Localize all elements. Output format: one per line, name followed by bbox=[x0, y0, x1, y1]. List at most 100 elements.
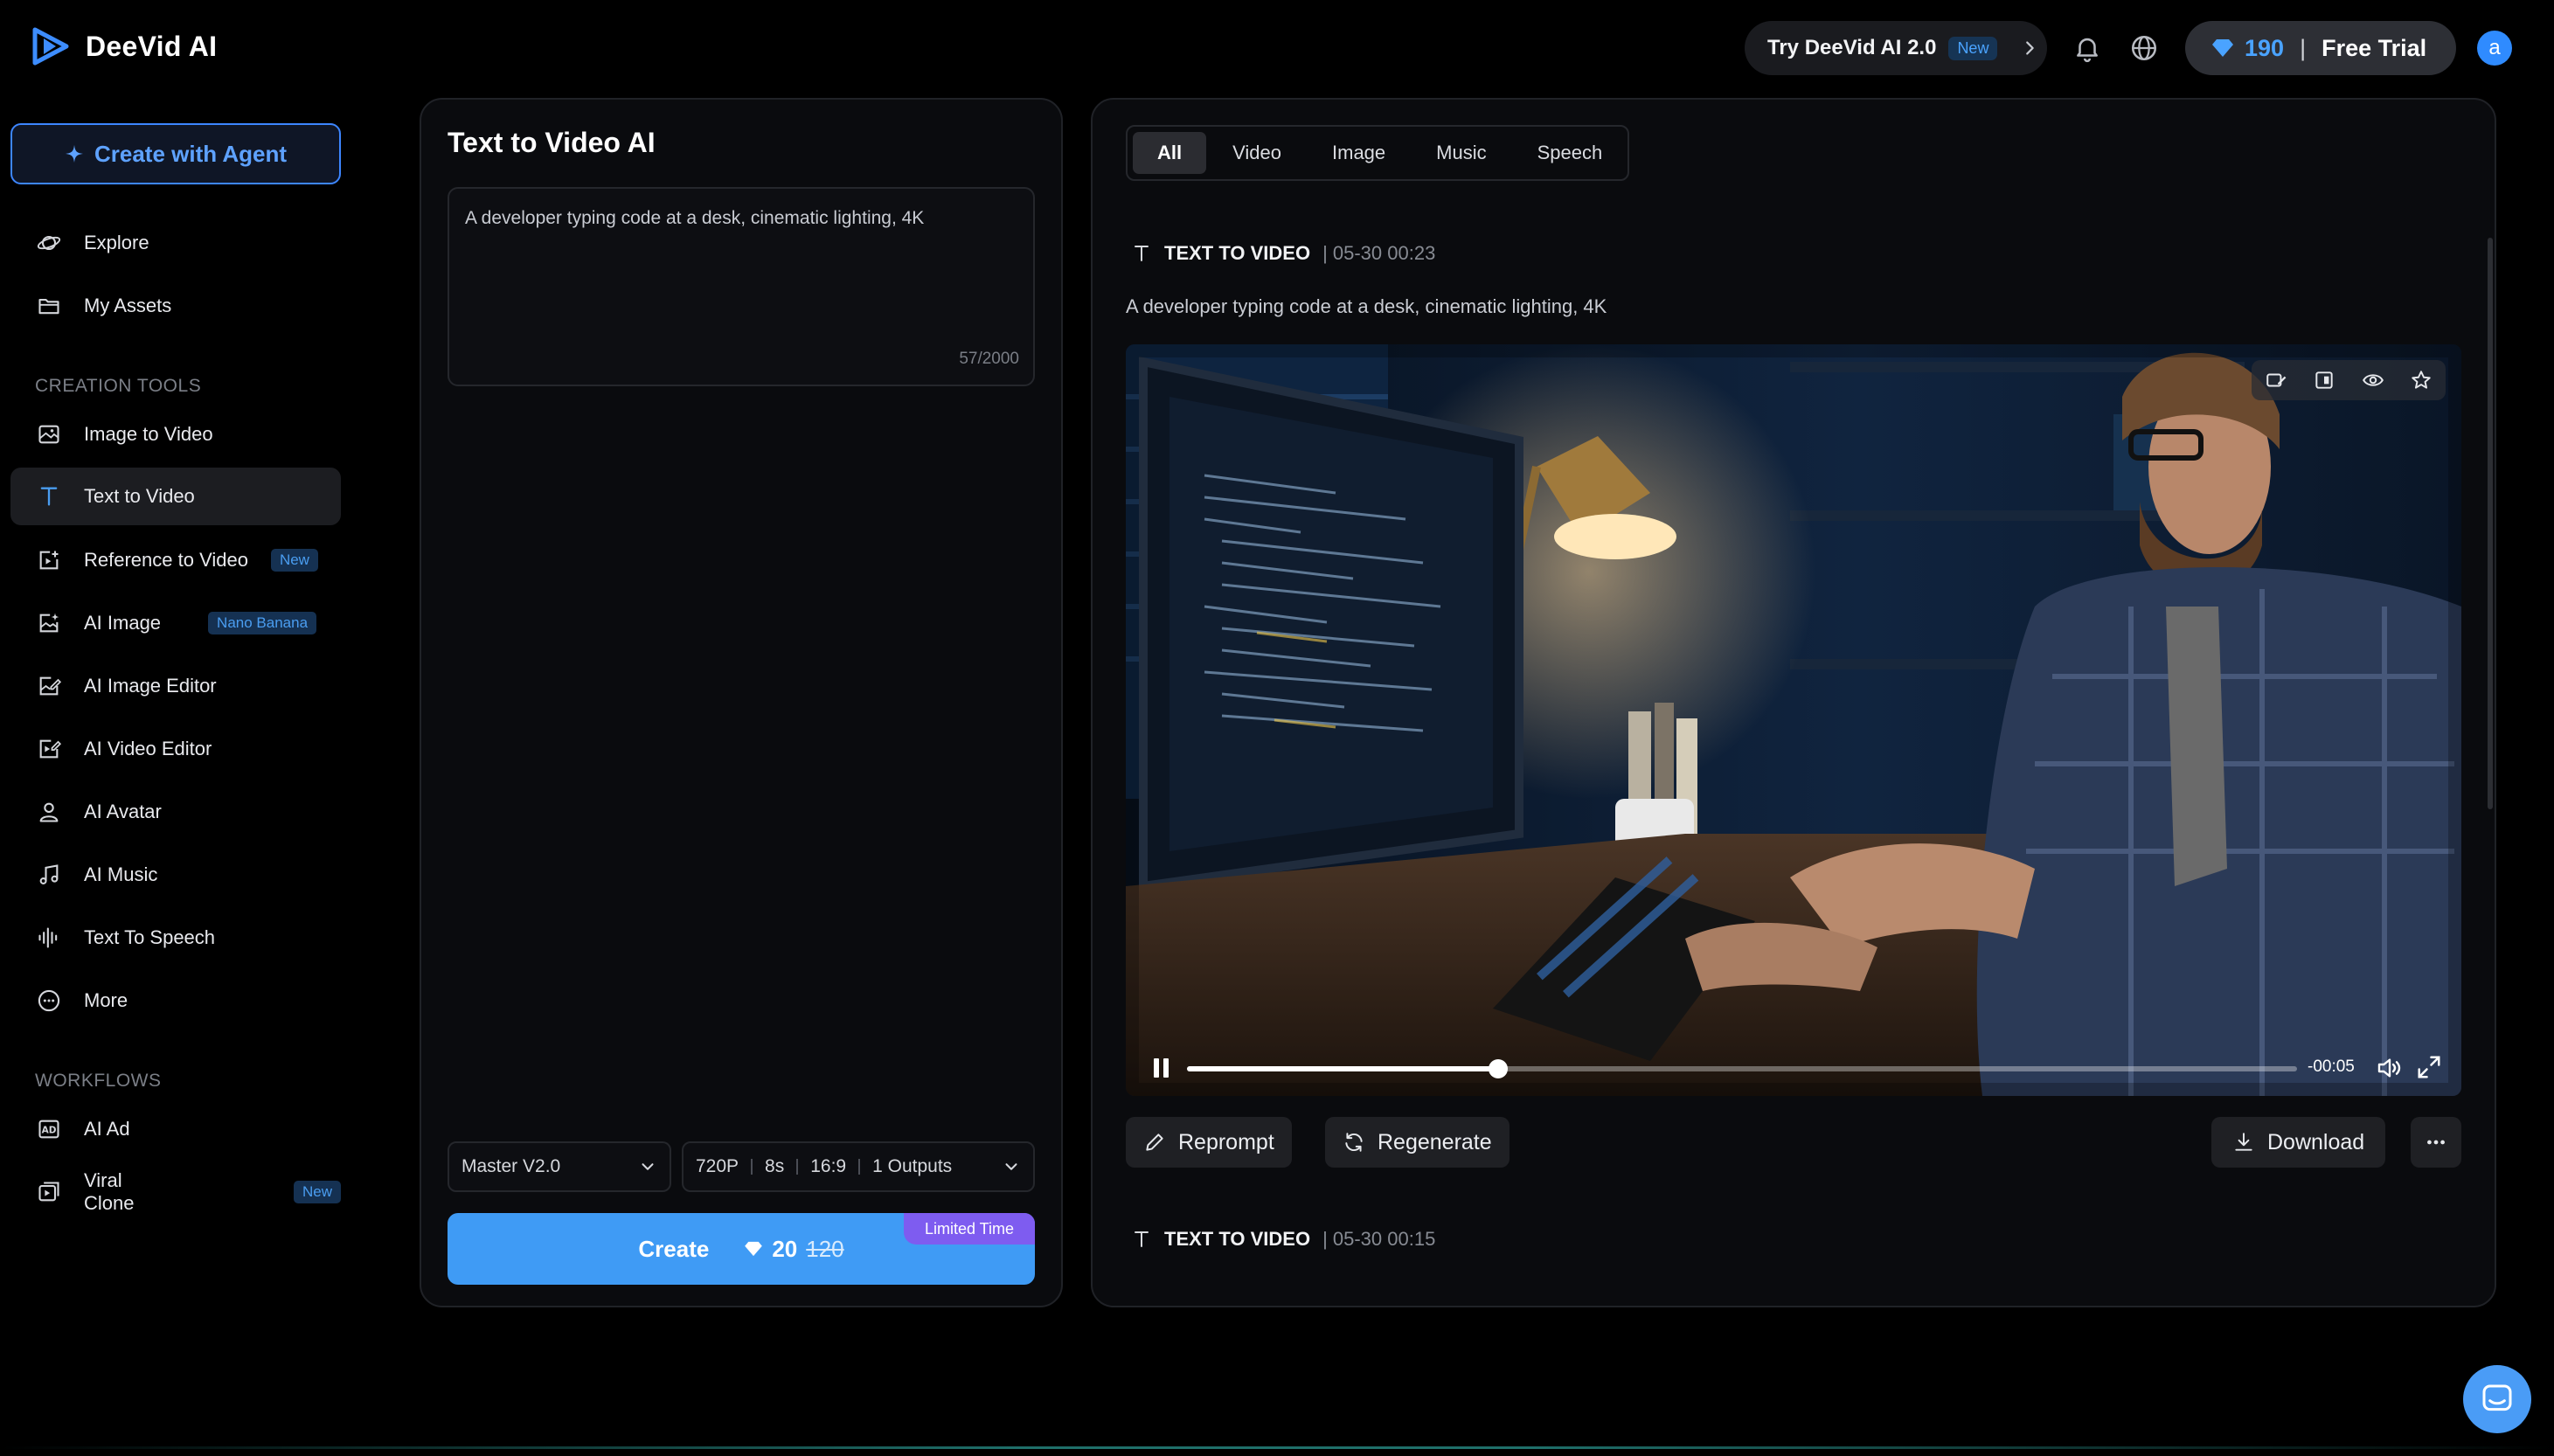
sidebar-item-label: My Assets bbox=[84, 295, 172, 316]
reprompt-button[interactable]: Reprompt bbox=[1126, 1117, 1292, 1168]
entry-prompt: A developer typing code at a desk, cinem… bbox=[1126, 295, 1607, 317]
folder-icon bbox=[38, 298, 59, 315]
entry-type: TEXT TO VIDEO bbox=[1164, 1228, 1311, 1250]
seek-progress bbox=[1187, 1066, 1498, 1071]
credits-button[interactable]: 190 | Free Trial bbox=[2185, 21, 2456, 75]
seek-bar[interactable] bbox=[1187, 1059, 2297, 1078]
bottom-glow-divider bbox=[0, 1446, 2554, 1449]
refresh-icon bbox=[1345, 1133, 1363, 1152]
sidebar-item-label: AI Avatar bbox=[84, 801, 162, 822]
sidebar-item-label: AI Music bbox=[84, 863, 158, 885]
user-avatar[interactable]: a bbox=[2477, 31, 2512, 66]
cost-value: 20 bbox=[772, 1235, 798, 1262]
diamond-icon bbox=[745, 1241, 763, 1257]
chevron-down-icon bbox=[1005, 1163, 1017, 1170]
image-edit-icon bbox=[39, 676, 61, 696]
aspect-ratio-value: 16:9 bbox=[810, 1156, 847, 1176]
duration-value: 8s bbox=[765, 1156, 785, 1176]
create-with-agent-button[interactable]: Create with Agent bbox=[10, 123, 341, 184]
model-select-value: Master V2.0 bbox=[462, 1156, 561, 1176]
more-horizontal-icon bbox=[2427, 1140, 2445, 1145]
sidebar-item-ai-video-editor[interactable]: AI Video Editor bbox=[10, 720, 341, 778]
output-options-select[interactable]: 720P 8s 16:9 1 Outputs bbox=[682, 1141, 1035, 1192]
credits-amount: 190 bbox=[2245, 34, 2285, 61]
create-label: Create bbox=[638, 1235, 710, 1262]
sidebar-item-label: AI Video Editor bbox=[84, 738, 212, 759]
sidebar-item-ai-image-editor[interactable]: AI Image Editor bbox=[10, 657, 341, 715]
tab-speech[interactable]: Speech bbox=[1513, 132, 1627, 174]
download-button[interactable]: Download bbox=[2211, 1117, 2386, 1168]
new-badge: New bbox=[1948, 36, 1998, 60]
chat-icon bbox=[2482, 1384, 2512, 1411]
prompt-textarea[interactable]: A developer typing code at a desk, cinem… bbox=[448, 187, 1035, 386]
video-edit-icon bbox=[39, 739, 61, 759]
tab-music[interactable]: Music bbox=[1412, 132, 1510, 174]
sidebar-item-label: Viral Clone bbox=[84, 1169, 135, 1214]
waveform-icon bbox=[38, 927, 58, 948]
sidebar-item-reference-to-video[interactable]: Reference to Video New bbox=[10, 531, 341, 589]
entry-header: TEXT TO VIDEO | 05-30 00:15 bbox=[1131, 1228, 1435, 1251]
sidebar-item-text-to-video[interactable]: Text to Video bbox=[10, 468, 341, 525]
star-icon[interactable] bbox=[2410, 369, 2433, 392]
sidebar-item-viral-clone[interactable]: Viral Clone New bbox=[10, 1163, 341, 1221]
results-scrollbar[interactable] bbox=[2488, 238, 2493, 809]
more-circle-icon bbox=[38, 989, 60, 1012]
person-icon bbox=[39, 802, 59, 822]
sidebar-item-ai-music[interactable]: AI Music bbox=[10, 846, 341, 904]
brand-name: DeeVid AI bbox=[86, 30, 218, 62]
edit-video-icon[interactable] bbox=[2265, 369, 2287, 392]
new-badge: New bbox=[293, 1181, 341, 1203]
globe-icon[interactable] bbox=[2129, 33, 2159, 63]
sidebar-item-label: Reference to Video bbox=[84, 549, 248, 571]
results-tabs: All Video Image Music Speech bbox=[1126, 125, 1629, 181]
seek-handle[interactable] bbox=[1488, 1059, 1508, 1078]
divider bbox=[751, 1159, 753, 1175]
sidebar-item-explore[interactable]: Explore bbox=[10, 214, 341, 272]
ad-icon: AD bbox=[38, 1120, 59, 1139]
brand-logo[interactable]: DeeVid AI bbox=[31, 26, 217, 66]
sidebar-item-ai-image[interactable]: AI Image Nano Banana bbox=[10, 594, 341, 652]
more-options-button[interactable] bbox=[2411, 1117, 2461, 1168]
limited-time-badge: Limited Time bbox=[904, 1213, 1035, 1245]
support-chat-button[interactable] bbox=[2463, 1365, 2531, 1433]
entry-header: TEXT TO VIDEO | 05-30 00:23 bbox=[1131, 242, 1435, 265]
page-title: Text to Video AI bbox=[448, 127, 656, 158]
prompt-value: A developer typing code at a desk, cinem… bbox=[465, 208, 925, 228]
sidebar-item-label: AI Ad bbox=[84, 1118, 130, 1140]
character-count: 57/2000 bbox=[959, 350, 1019, 368]
create-cost: 20 120 bbox=[744, 1235, 844, 1263]
video-player[interactable] bbox=[1126, 344, 2461, 1096]
try-deevid-2-button[interactable]: Try DeeVid AI 2.0 New bbox=[1745, 21, 2047, 75]
eye-icon[interactable] bbox=[2362, 369, 2384, 392]
volume-icon[interactable] bbox=[2376, 1054, 2404, 1082]
old-cost-value: 120 bbox=[806, 1235, 844, 1262]
download-label: Download bbox=[2267, 1129, 2365, 1154]
model-select[interactable]: Master V2.0 bbox=[448, 1141, 671, 1192]
extend-frame-icon[interactable] bbox=[2313, 369, 2335, 392]
fullscreen-icon[interactable] bbox=[2416, 1054, 2442, 1080]
sidebar-item-ai-avatar[interactable]: AI Avatar bbox=[10, 783, 341, 841]
sidebar-item-image-to-video[interactable]: Image to Video bbox=[10, 406, 341, 463]
diamond-icon bbox=[2212, 39, 2233, 57]
sidebar-item-more[interactable]: More bbox=[10, 972, 341, 1030]
resolution-value: 720P bbox=[696, 1156, 739, 1176]
sidebar-item-label: AI Image bbox=[84, 612, 162, 634]
tab-video[interactable]: Video bbox=[1208, 132, 1306, 174]
sidebar-item-label: More bbox=[84, 989, 128, 1011]
divider bbox=[796, 1159, 799, 1175]
bell-icon[interactable] bbox=[2072, 33, 2102, 63]
sidebar-item-text-to-speech[interactable]: Text To Speech bbox=[10, 909, 341, 967]
pause-icon[interactable] bbox=[1150, 1056, 1173, 1080]
svg-text:AD: AD bbox=[42, 1126, 57, 1136]
sidebar-item-ai-ad[interactable]: AD AI Ad bbox=[10, 1100, 341, 1158]
sidebar-item-my-assets[interactable]: My Assets bbox=[10, 277, 341, 335]
chevron-down-icon bbox=[642, 1163, 654, 1170]
try-deevid-2-label: Try DeeVid AI 2.0 bbox=[1767, 36, 1937, 59]
time-remaining: -00:05 bbox=[2308, 1057, 2355, 1076]
tab-all[interactable]: All bbox=[1133, 132, 1207, 174]
regenerate-button[interactable]: Regenerate bbox=[1325, 1117, 1509, 1168]
tab-image[interactable]: Image bbox=[1308, 132, 1410, 174]
planet-icon bbox=[37, 235, 61, 251]
chevron-right-icon bbox=[2026, 41, 2035, 55]
video-frame-image bbox=[1126, 344, 2461, 1096]
